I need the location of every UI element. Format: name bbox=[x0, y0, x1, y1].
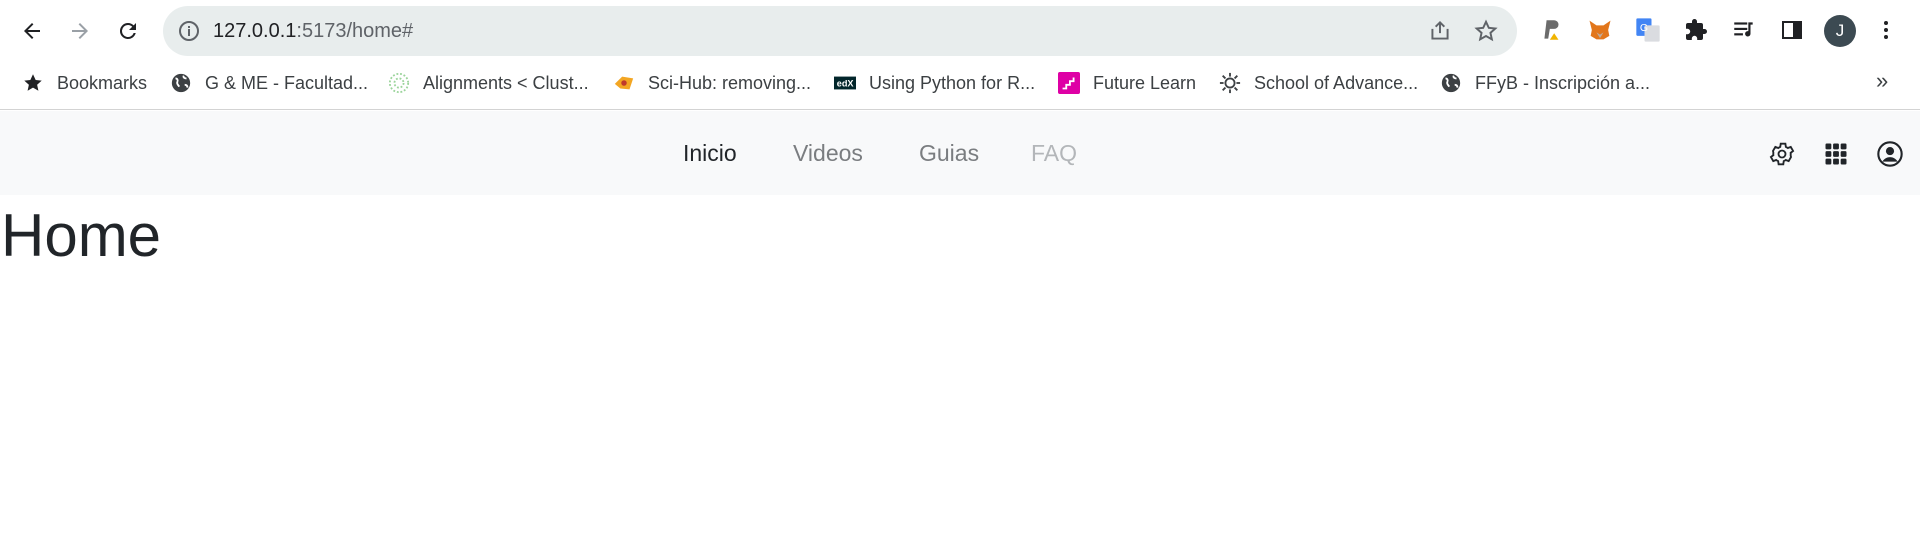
bookmark-item[interactable]: G & ME - Facultad... bbox=[170, 62, 368, 104]
extensions-puzzle-icon[interactable] bbox=[1680, 14, 1712, 46]
reload-button[interactable] bbox=[108, 11, 148, 51]
gear-sun-icon bbox=[1219, 72, 1241, 94]
info-icon[interactable] bbox=[177, 19, 201, 43]
bookmark-label: G & ME - Facultad... bbox=[205, 72, 369, 93]
address-bar[interactable]: 127.0.0.1:5173/home# bbox=[163, 6, 1517, 56]
bookmark-item[interactable]: Future Learn bbox=[1058, 62, 1196, 104]
paypal-extension-icon[interactable] bbox=[1536, 14, 1568, 46]
star-icon bbox=[22, 72, 44, 94]
apps-grid-icon[interactable] bbox=[1822, 140, 1850, 168]
url-host: 127.0.0.1 bbox=[213, 20, 297, 42]
bookmark-item[interactable]: School of Advance... bbox=[1219, 62, 1418, 104]
arrow-left-icon bbox=[24, 23, 40, 39]
url-text[interactable]: 127.0.0.1:5173/home# bbox=[213, 6, 413, 56]
browser-toolbar: 127.0.0.1:5173/home# G J bbox=[0, 0, 1920, 62]
side-panel-icon[interactable] bbox=[1776, 14, 1808, 46]
bookmark-label: FFyB - Inscripción a... bbox=[1475, 72, 1651, 93]
media-control-icon[interactable] bbox=[1728, 14, 1760, 46]
bookmark-label: Future Learn bbox=[1093, 72, 1197, 93]
bookmark-label: Alignments < Clust... bbox=[423, 72, 589, 93]
bookmark-item[interactable]: edX Using Python for R... bbox=[834, 62, 1035, 104]
bookmarks-bar: Bookmarks G & ME - Facultad... Alignment… bbox=[0, 62, 1920, 110]
arrow-right-icon bbox=[72, 23, 88, 39]
page-title: Home bbox=[1, 202, 162, 269]
profile-avatar[interactable]: J bbox=[1824, 15, 1856, 47]
bookmark-item[interactable]: FFyB - Inscripción a... bbox=[1440, 62, 1650, 104]
url-path: :5173/home# bbox=[296, 20, 414, 42]
nav-link-inicio[interactable]: Inicio bbox=[683, 111, 737, 195]
back-button[interactable] bbox=[12, 11, 52, 51]
globe-icon bbox=[1440, 72, 1462, 94]
nav-link-guias[interactable]: Guias bbox=[919, 111, 979, 195]
reload-icon bbox=[119, 22, 136, 39]
svg-text:G: G bbox=[1640, 22, 1648, 34]
futurelearn-icon bbox=[1058, 72, 1080, 94]
forward-button[interactable] bbox=[60, 11, 100, 51]
nav-link-videos[interactable]: Videos bbox=[793, 111, 863, 195]
bookmark-item[interactable]: Alignments < Clust... bbox=[388, 62, 589, 104]
nav-link-faq: FAQ bbox=[1031, 140, 1078, 166]
bookmark-label: School of Advance... bbox=[1254, 72, 1419, 93]
share-icon[interactable] bbox=[1427, 18, 1453, 44]
svg-text:edX: edX bbox=[837, 79, 855, 89]
edx-icon: edX bbox=[834, 72, 856, 94]
google-translate-extension-icon[interactable]: G bbox=[1632, 14, 1664, 46]
bookmark-item[interactable]: Bookmarks bbox=[22, 62, 147, 104]
clustal-icon bbox=[388, 72, 410, 94]
bookmark-label: Sci-Hub: removing... bbox=[648, 72, 812, 93]
bookmark-label: Bookmarks bbox=[57, 72, 148, 93]
user-account-icon[interactable] bbox=[1876, 140, 1904, 168]
bookmark-label: Using Python for R... bbox=[869, 72, 1036, 93]
gear-icon[interactable] bbox=[1768, 140, 1796, 168]
browser-menu-icon[interactable] bbox=[1870, 14, 1902, 46]
bookmark-item[interactable]: Sci-Hub: removing... bbox=[613, 62, 811, 104]
scihub-icon bbox=[613, 72, 635, 94]
bookmarks-overflow-button[interactable]: » bbox=[1876, 68, 1888, 94]
metamask-extension-icon[interactable] bbox=[1584, 14, 1616, 46]
globe-icon bbox=[170, 72, 192, 94]
site-navbar: Inicio Videos Guias FAQ bbox=[0, 111, 1920, 195]
bookmark-star-icon[interactable] bbox=[1473, 18, 1499, 44]
